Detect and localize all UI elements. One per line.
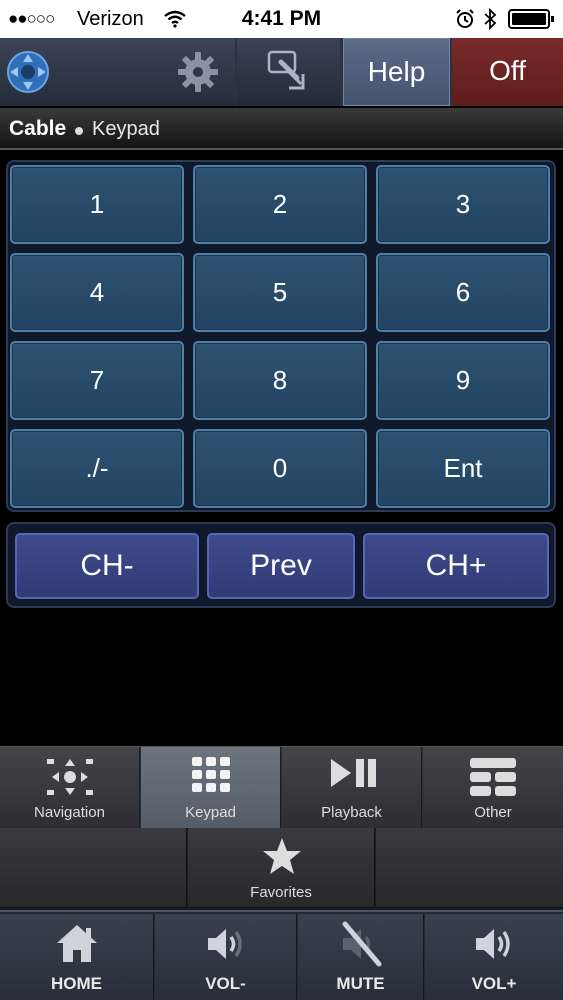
key-label: 6 <box>455 277 471 307</box>
tab-navigation[interactable]: Navigation <box>0 747 140 829</box>
mute-icon <box>342 921 381 967</box>
channel-up-button[interactable]: CH+ <box>363 533 549 599</box>
breadcrumb-separator <box>75 127 83 135</box>
previous-channel-button[interactable]: Prev <box>207 533 355 599</box>
volume-down-button[interactable]: VOL- <box>155 914 297 1000</box>
power-off-button[interactable]: Off <box>452 38 563 106</box>
settings-gear-icon[interactable] <box>176 50 220 94</box>
key-1[interactable]: 1 <box>10 165 184 244</box>
tab-label: Navigation <box>34 804 105 821</box>
control-label: VOL+ <box>471 974 517 993</box>
off-label: Off <box>489 55 526 86</box>
favorites-label: Favorites <box>250 884 312 901</box>
tab-keypad[interactable]: Keypad <box>141 747 281 829</box>
empty-slot-right <box>376 828 563 908</box>
page-name: Keypad <box>92 118 160 140</box>
battery-icon <box>508 9 554 29</box>
clock: 4:41 PM <box>241 7 322 30</box>
key-label: 3 <box>455 189 471 219</box>
key-label: ./- <box>85 453 109 483</box>
status-bar: ●●○○○ Verizon 4:41 PM <box>0 0 563 38</box>
key-label: 0 <box>272 453 288 483</box>
help-label: Help <box>367 56 426 87</box>
star-icon <box>263 838 301 874</box>
key-9[interactable]: 9 <box>376 341 550 420</box>
key-5[interactable]: 5 <box>193 253 367 332</box>
navigation-arrows-icon <box>46 759 93 795</box>
play-pause-icon <box>330 759 376 787</box>
logo-area <box>0 38 235 106</box>
touch-pointer-icon <box>267 50 305 90</box>
home-icon <box>56 925 97 962</box>
tab-label: Other <box>474 804 512 821</box>
key-label: 7 <box>89 365 105 395</box>
channel-panel: CH- Prev CH+ <box>6 522 556 608</box>
other-buttons-icon <box>470 758 516 796</box>
key-0[interactable]: 0 <box>193 429 367 508</box>
home-button[interactable]: HOME <box>0 914 154 1000</box>
key-label: 4 <box>89 277 105 307</box>
brand-logo-icon[interactable] <box>6 50 50 94</box>
key-label: 9 <box>455 365 471 395</box>
control-label: MUTE <box>336 974 385 993</box>
volume-up-button[interactable]: VOL+ <box>425 914 563 1000</box>
prev-label: Prev <box>250 549 312 582</box>
control-label: HOME <box>51 974 102 993</box>
speaker-high-icon <box>476 929 510 959</box>
speaker-low-icon <box>207 929 242 959</box>
device-name: Cable <box>9 117 67 140</box>
top-toolbar: Help Off <box>0 38 563 106</box>
help-button[interactable]: Help <box>343 38 450 106</box>
key-6[interactable]: 6 <box>376 253 550 332</box>
keypad-grid-icon <box>191 757 230 792</box>
channel-down-button[interactable]: CH- <box>15 533 199 599</box>
key-label: 5 <box>272 277 288 307</box>
mute-button[interactable]: MUTE <box>298 914 424 1000</box>
tab-other[interactable]: Other <box>423 747 563 829</box>
tab-favorites[interactable]: Favorites <box>188 828 375 908</box>
key-3[interactable]: 3 <box>376 165 550 244</box>
favorites-row: Favorites <box>0 828 563 910</box>
keypad-panel: 1 2 3 4 5 6 7 8 9 ./- 0 Ent <box>6 160 556 512</box>
ch-down-label: CH- <box>80 549 134 582</box>
control-bar: HOME VOL- MUTE VOL+ <box>0 910 563 1000</box>
key-label: 2 <box>272 189 288 219</box>
key-label: 8 <box>272 365 288 395</box>
key-4[interactable]: 4 <box>10 253 184 332</box>
page-tab-bar: Navigation Keypad Playback Other <box>0 746 563 829</box>
tab-playback[interactable]: Playback <box>282 747 422 829</box>
tab-label: Keypad <box>185 804 236 821</box>
key-enter[interactable]: Ent <box>376 429 550 508</box>
alarm-icon <box>456 9 474 28</box>
key-label: Ent <box>443 453 483 483</box>
key-8[interactable]: 8 <box>193 341 367 420</box>
ch-up-label: CH+ <box>425 549 487 582</box>
bluetooth-icon <box>484 8 497 30</box>
key-7[interactable]: 7 <box>10 341 184 420</box>
control-label: VOL- <box>205 974 246 993</box>
empty-slot-left <box>0 828 187 908</box>
key-2[interactable]: 2 <box>193 165 367 244</box>
breadcrumb: Cable Keypad <box>0 108 563 150</box>
gesture-mode-button[interactable] <box>237 38 340 106</box>
key-label: 1 <box>89 189 105 219</box>
key-dot-dash[interactable]: ./- <box>10 429 184 508</box>
tab-label: Playback <box>321 804 382 821</box>
